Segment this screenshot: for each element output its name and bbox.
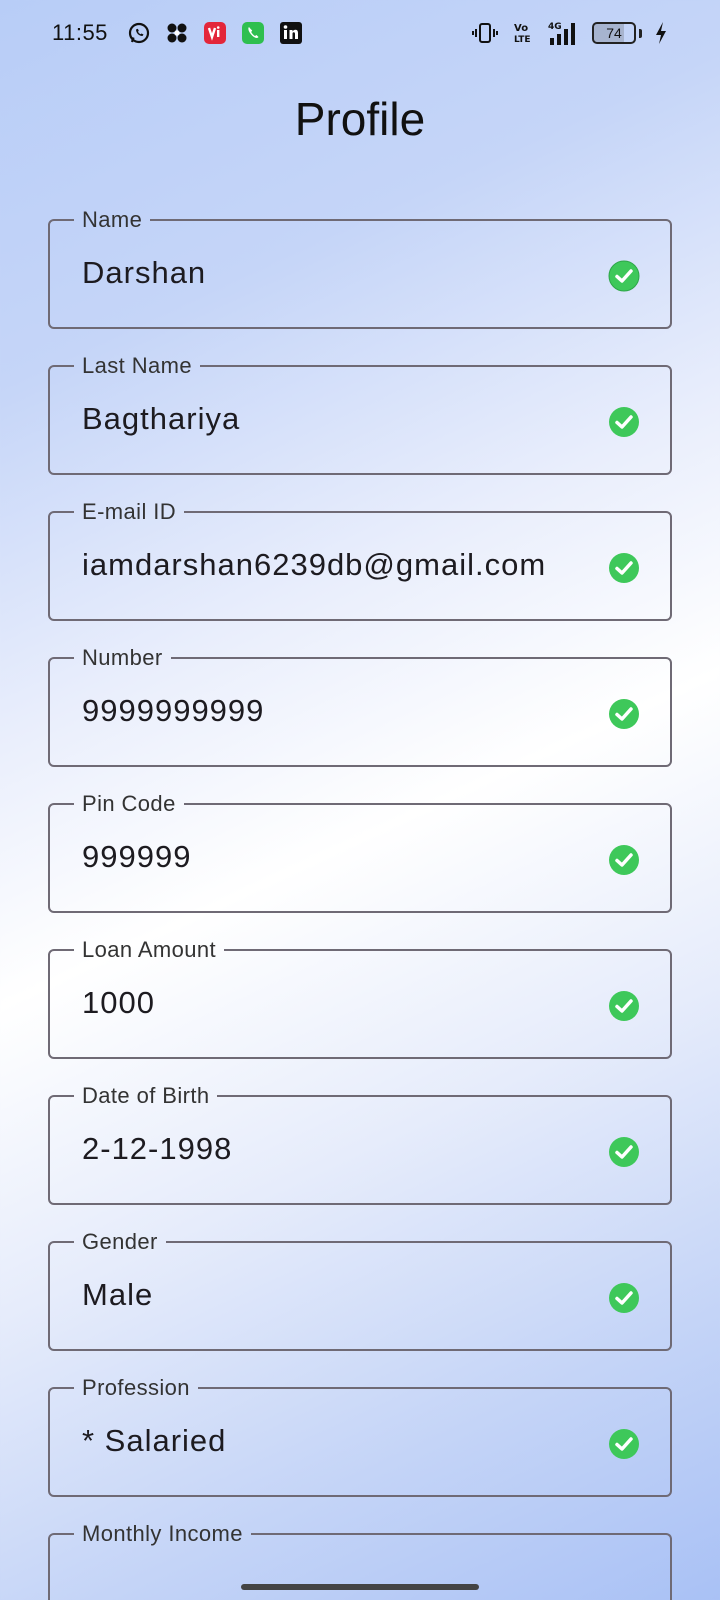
check-circle-icon bbox=[609, 991, 639, 1021]
status-right: Vo LTE 4G 74 bbox=[472, 20, 668, 46]
check-circle-icon bbox=[609, 1137, 639, 1167]
loan-amount-input[interactable] bbox=[82, 985, 582, 1021]
svg-text:4G: 4G bbox=[548, 22, 562, 32]
field-label: Monthly Income bbox=[74, 1521, 251, 1547]
battery-icon: 74 bbox=[592, 22, 642, 44]
date-of-birth-input[interactable] bbox=[82, 1131, 582, 1167]
gender-input[interactable] bbox=[82, 1277, 582, 1313]
volte-icon: Vo LTE bbox=[510, 20, 536, 46]
field-label: Pin Code bbox=[74, 791, 184, 817]
pinwheel-app-icon bbox=[164, 20, 190, 46]
check-circle-icon bbox=[609, 1283, 639, 1313]
page-title: Profile bbox=[294, 93, 426, 145]
last-name-input[interactable] bbox=[82, 401, 582, 437]
pin-code-field[interactable]: Pin Code bbox=[48, 791, 672, 913]
check-circle-icon bbox=[609, 553, 639, 583]
battery-body: 74 bbox=[592, 22, 636, 44]
vi-app-icon bbox=[202, 20, 228, 46]
vibrate-icon bbox=[472, 20, 498, 46]
number-field[interactable]: Number bbox=[48, 645, 672, 767]
field-label: Profession bbox=[74, 1375, 198, 1401]
phone-app-icon bbox=[240, 20, 266, 46]
whatsapp-icon bbox=[126, 20, 152, 46]
label-notch bbox=[74, 218, 151, 224]
field-label: Gender bbox=[74, 1229, 166, 1255]
name-field[interactable]: Name bbox=[48, 207, 672, 329]
check-circle-icon bbox=[608, 260, 640, 292]
field-label: Date of Birth bbox=[74, 1083, 218, 1109]
label-notch bbox=[74, 364, 200, 370]
label-notch bbox=[74, 1240, 166, 1246]
field-label: E-mail ID bbox=[74, 499, 185, 525]
svg-text:LTE: LTE bbox=[514, 35, 531, 45]
number-input[interactable] bbox=[82, 693, 582, 729]
field-label: Loan Amount bbox=[74, 937, 225, 963]
home-indicator[interactable] bbox=[241, 1584, 479, 1590]
label-notch bbox=[74, 510, 185, 516]
field-label: Name bbox=[74, 207, 151, 233]
gender-field[interactable]: Gender bbox=[48, 1229, 672, 1351]
battery-tip bbox=[639, 28, 642, 38]
label-notch bbox=[74, 1094, 218, 1100]
label-notch bbox=[74, 948, 225, 954]
name-input[interactable] bbox=[82, 255, 582, 291]
label-notch bbox=[74, 1386, 198, 1392]
check-circle-icon bbox=[609, 407, 639, 437]
status-time: 11:55 bbox=[52, 20, 108, 45]
profession-field[interactable]: Profession bbox=[48, 1375, 672, 1497]
profession-input[interactable] bbox=[82, 1423, 582, 1459]
field-label: Number bbox=[74, 645, 171, 671]
charging-icon bbox=[654, 20, 668, 46]
loan-amount-field[interactable]: Loan Amount bbox=[48, 937, 672, 1059]
label-notch bbox=[74, 802, 184, 808]
field-label: Last Name bbox=[74, 353, 200, 379]
label-notch bbox=[74, 1532, 251, 1538]
date-of-birth-field[interactable]: Date of Birth bbox=[48, 1083, 672, 1205]
status-left: 11:55 bbox=[52, 20, 304, 46]
battery-level: 74 bbox=[606, 25, 622, 41]
check-circle-icon bbox=[609, 845, 639, 875]
label-notch bbox=[74, 656, 171, 662]
linkedin-icon bbox=[278, 20, 304, 46]
email-input[interactable] bbox=[82, 547, 582, 583]
status-bar: 11:55 Vo LTE 4G 74 bbox=[0, 0, 720, 66]
check-circle-icon bbox=[609, 1429, 639, 1459]
check-circle-icon bbox=[609, 699, 639, 729]
pin-code-input[interactable] bbox=[82, 839, 582, 875]
email-field[interactable]: E-mail ID bbox=[48, 499, 672, 621]
svg-text:Vo: Vo bbox=[514, 23, 528, 34]
signal-icon: 4G bbox=[548, 20, 580, 46]
last-name-field[interactable]: Last Name bbox=[48, 353, 672, 475]
